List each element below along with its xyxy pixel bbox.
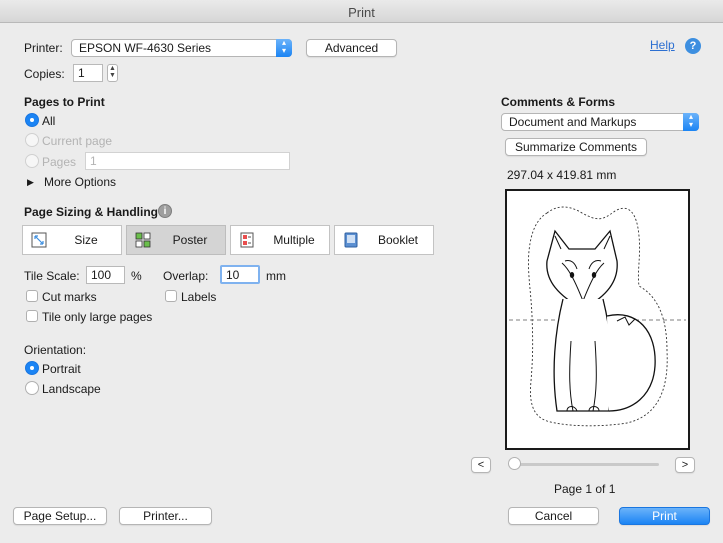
booklet-mode-label: Booklet [377, 233, 419, 247]
landscape-radio[interactable] [25, 381, 39, 395]
pages-range-label: Pages [42, 155, 77, 169]
print-preview [505, 189, 690, 450]
printer-button[interactable]: Printer... [119, 507, 212, 525]
pages-all-label: All [42, 114, 56, 128]
page-size-readout: 297.04 x 419.81 mm [507, 168, 617, 182]
overlap-unit: mm [266, 269, 286, 283]
tile-only-large-checkbox[interactable] [26, 310, 38, 322]
booklet-mode-button[interactable]: Booklet [334, 225, 434, 255]
help-link[interactable]: Help [650, 38, 675, 52]
pages-all-radio[interactable] [25, 113, 39, 127]
cancel-button[interactable]: Cancel [508, 507, 599, 525]
cut-marks-checkbox[interactable] [26, 290, 38, 302]
summarize-comments-button[interactable]: Summarize Comments [505, 138, 647, 156]
poster-icon [135, 232, 151, 248]
comments-forms-select[interactable]: Document and Markups ▴ ▾ [501, 113, 699, 131]
page-slider-track[interactable] [512, 463, 659, 466]
tile-scale-unit: % [131, 269, 142, 283]
advanced-button[interactable]: Advanced [306, 39, 397, 57]
pages-to-print-heading: Pages to Print [24, 95, 105, 109]
pages-range-field[interactable]: 1 [85, 152, 290, 170]
copies-field[interactable]: 1 [73, 64, 103, 82]
overlap-field[interactable]: 10 [220, 265, 260, 284]
page-slider-thumb[interactable] [508, 457, 521, 470]
size-icon [31, 232, 47, 248]
tile-only-large-label: Tile only large pages [42, 310, 153, 324]
page-indicator: Page 1 of 1 [554, 482, 616, 496]
multiple-icon [240, 232, 254, 248]
printer-select-value: EPSON WF-4630 Series [79, 41, 212, 55]
chevron-updown-icon: ▴ ▾ [276, 39, 292, 57]
poster-mode-label: Poster [172, 233, 208, 247]
page-sizing-heading: Page Sizing & Handling [24, 205, 159, 219]
printer-label: Printer: [24, 41, 63, 55]
chevron-updown-icon: ▴ ▾ [683, 113, 699, 131]
size-mode-button[interactable]: Size [22, 225, 122, 255]
orientation-heading: Orientation: [24, 343, 87, 357]
more-options-label[interactable]: More Options [44, 175, 116, 189]
question-mark-icon[interactable]: ? [685, 38, 701, 54]
pages-range-radio[interactable] [25, 154, 39, 168]
landscape-label: Landscape [42, 382, 101, 396]
size-mode-label: Size [74, 233, 98, 247]
labels-checkbox[interactable] [165, 290, 177, 302]
window-title: Print [348, 5, 375, 20]
copies-label: Copies: [24, 67, 65, 81]
info-icon[interactable]: i [158, 204, 172, 218]
page-setup-button[interactable]: Page Setup... [13, 507, 107, 525]
print-button[interactable]: Print [619, 507, 710, 525]
multiple-mode-button[interactable]: Multiple [230, 225, 330, 255]
next-page-button[interactable]: > [675, 457, 695, 473]
labels-label: Labels [181, 290, 217, 304]
printer-select[interactable]: EPSON WF-4630 Series ▴ ▾ [71, 39, 292, 57]
cut-marks-label: Cut marks [42, 290, 97, 304]
poster-mode-button[interactable]: Poster [126, 225, 226, 255]
overlap-label: Overlap: [163, 269, 209, 283]
portrait-radio[interactable] [25, 361, 39, 375]
tile-scale-label: Tile Scale: [24, 269, 80, 283]
multiple-mode-label: Multiple [273, 233, 315, 247]
comments-forms-heading: Comments & Forms [501, 95, 616, 109]
booklet-icon [344, 232, 358, 248]
title-bar: Print [0, 0, 723, 23]
comments-forms-value: Document and Markups [509, 115, 637, 129]
tile-scale-field[interactable]: 100 [86, 266, 125, 284]
previous-page-button[interactable]: < [471, 457, 491, 473]
fox-illustration [509, 206, 686, 427]
pages-current-label: Current page [42, 134, 113, 148]
portrait-label: Portrait [42, 362, 81, 376]
copies-stepper[interactable]: ▲ ▼ [107, 64, 118, 82]
disclosure-triangle-icon[interactable]: ▶ [27, 177, 34, 188]
pages-current-radio[interactable] [25, 133, 39, 147]
